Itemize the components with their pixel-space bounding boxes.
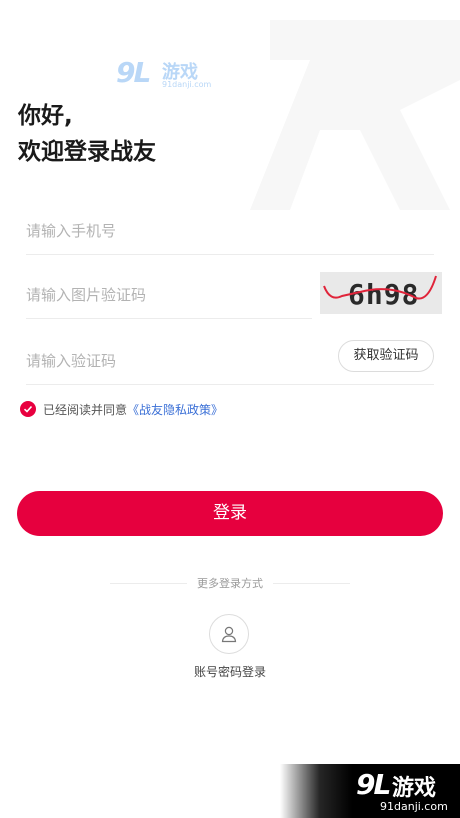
top-watermark-logo: 9L 游戏 91danji.com (116, 56, 216, 90)
phone-placeholder: 请输入手机号 (26, 222, 117, 240)
captcha-noise-line (323, 275, 437, 300)
watermark-domain: 91danji.com (162, 80, 212, 89)
divider-line-left (110, 582, 187, 584)
check-icon (23, 405, 33, 413)
greeting: 你好, 欢迎登录战友 (18, 98, 156, 170)
get-code-button[interactable]: 获取验证码 (338, 340, 434, 372)
greeting-line1: 你好, (18, 103, 73, 129)
greeting-line2: 欢迎登录战友 (18, 139, 156, 165)
background-logo-shape (250, 20, 460, 210)
agreement-text: 已经阅读并同意 (43, 402, 128, 417)
image-code-input[interactable]: 请输入图片验证码 (26, 272, 312, 319)
phone-input[interactable]: 请输入手机号 (26, 208, 434, 255)
captcha-image[interactable]: 6h98 (320, 272, 442, 314)
watermark-bottom-domain: 91danji.com (380, 800, 448, 813)
watermark-bottom-text: 游戏 (392, 776, 437, 801)
agreement-checkbox[interactable] (20, 401, 36, 417)
image-code-placeholder: 请输入图片验证码 (26, 286, 147, 304)
divider-line-right (273, 582, 350, 584)
watermark-bottom-number: 9L (356, 768, 391, 801)
user-icon (221, 626, 237, 643)
more-login-label: 更多登录方式 (197, 577, 263, 590)
agreement-row: 已经阅读并同意 《战友隐私政策》 (20, 400, 223, 418)
account-login-label[interactable]: 账号密码登录 (180, 663, 280, 680)
login-button[interactable]: 登录 (17, 491, 443, 536)
bottom-watermark-logo: 9L 游戏 91danji.com (280, 764, 460, 818)
watermark-number: 9L (116, 56, 151, 89)
privacy-policy-link[interactable]: 《战友隐私政策》 (127, 401, 223, 418)
sms-code-placeholder: 请输入验证码 (26, 352, 117, 370)
account-login-button[interactable] (209, 614, 249, 654)
more-login-divider: 更多登录方式 (110, 576, 350, 590)
